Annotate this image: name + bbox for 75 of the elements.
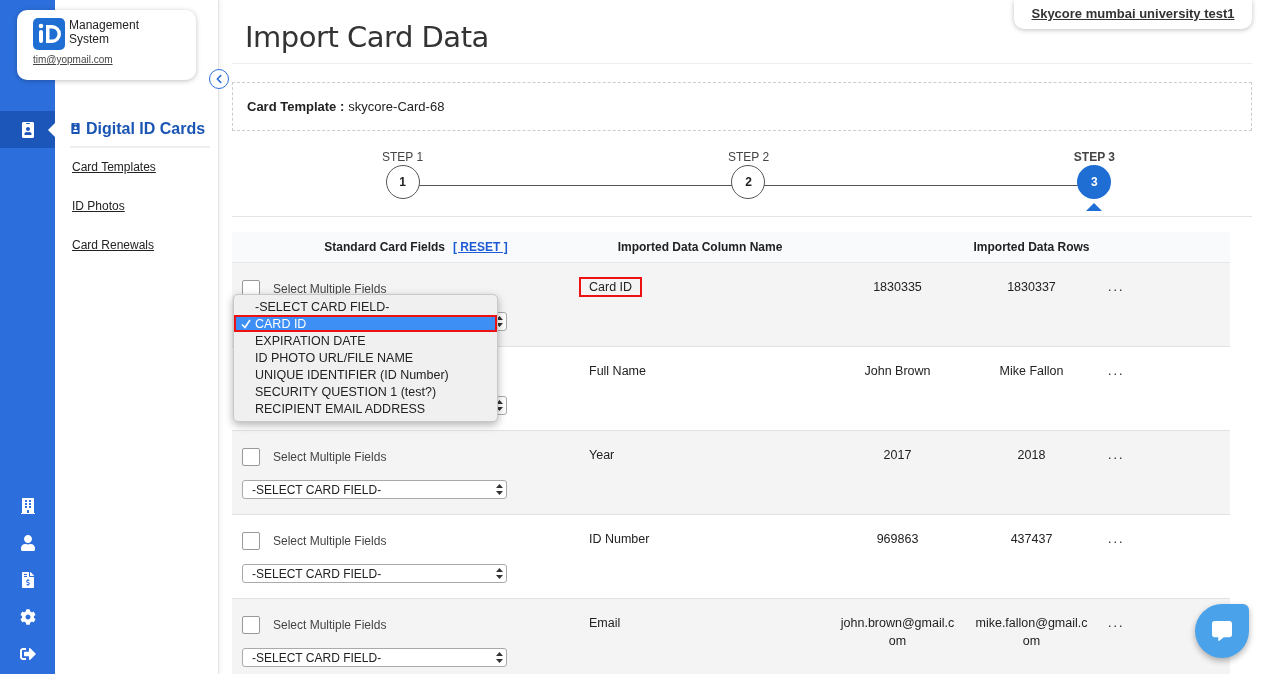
step-circle[interactable]: 3 — [1077, 165, 1112, 199]
sidebar-link[interactable]: ID Photos — [72, 199, 210, 226]
checkbox-label: Select Multiple Fields — [273, 449, 387, 464]
column-header: Imported Data Rows — [972, 240, 1091, 254]
id-badge-icon — [19, 121, 36, 138]
select-arrows-icon — [496, 652, 503, 663]
sidebar-link[interactable]: Card Renewals — [72, 238, 210, 265]
select-arrows-icon — [496, 400, 503, 411]
data-value: 1830335 — [873, 279, 922, 296]
dropdown-option[interactable]: UNIQUE IDENTIFIER (ID Number) — [234, 366, 497, 383]
step-label: STEP 3 — [1073, 150, 1115, 164]
more-link[interactable]: ... — [1098, 532, 1125, 546]
check-icon — [240, 317, 252, 330]
logout-icon — [19, 645, 36, 662]
card-field-select[interactable]: -SELECT CARD FIELD- — [242, 564, 507, 583]
invoice-icon — [19, 571, 36, 588]
checkbox-label: Select Multiple Fields — [273, 533, 387, 548]
data-value: mike.fallon@gmail.com — [974, 615, 1089, 650]
user-icon — [19, 534, 36, 551]
sidebar-link[interactable]: Card Templates — [72, 160, 210, 187]
collapse-button[interactable] — [209, 69, 229, 89]
select-arrows-icon — [496, 484, 503, 495]
dropdown-option[interactable]: ID PHOTO URL/FILE NAME — [234, 349, 497, 366]
dropdown-option[interactable]: SECURITY QUESTION 1 (test?) — [234, 383, 497, 400]
data-value: 2018 — [1017, 447, 1046, 464]
more-link[interactable]: ... — [1098, 280, 1125, 294]
checkbox[interactable] — [242, 447, 260, 466]
checkbox[interactable] — [242, 531, 260, 550]
template-name: skycore-Card-68 — [348, 99, 445, 114]
sidebar-title: Digital ID Cards — [86, 119, 206, 138]
chat-icon — [1212, 621, 1232, 641]
step-circle[interactable]: 1 — [385, 165, 420, 199]
data-value: 2017 — [883, 447, 912, 464]
data-value: 1830337 — [1007, 279, 1056, 296]
more-link[interactable]: ... — [1098, 448, 1125, 462]
column-header: Imported Data Column Name — [616, 240, 784, 254]
column-name: Full Name — [589, 364, 646, 378]
step-circle[interactable]: 2 — [731, 165, 766, 199]
card-field-select[interactable]: -SELECT CARD FIELD- — [242, 648, 507, 667]
settings-icon — [19, 608, 36, 625]
select-arrows-icon — [496, 316, 503, 327]
step-label: STEP 1 — [382, 150, 424, 164]
checkbox[interactable] — [242, 615, 260, 634]
column-name: Email — [589, 616, 621, 630]
dropdown-option[interactable]: EXPIRATION DATE — [234, 332, 497, 349]
select-arrows-icon — [496, 568, 503, 579]
dropdown-option[interactable]: -SELECT CARD FIELD- — [234, 298, 497, 315]
logo-icon — [33, 18, 65, 50]
data-value: Mike Fallon — [999, 363, 1064, 380]
checkbox-label: Select Multiple Fields — [273, 617, 387, 632]
step-label: STEP 2 — [727, 150, 770, 164]
column-header: Standard Card Fields — [324, 240, 445, 254]
more-link[interactable]: ... — [1098, 364, 1125, 378]
user-email[interactable]: tim@yopmail.com — [33, 54, 180, 65]
step-pointer — [1086, 203, 1103, 211]
reset-link[interactable]: [ RESET ] — [453, 240, 508, 254]
checkbox-label: Select Multiple Fields — [273, 281, 387, 296]
brand-name: Management System — [69, 18, 141, 48]
account-link[interactable]: Skycore mumbai university test1 — [1014, 0, 1252, 29]
more-link[interactable]: ... — [1098, 616, 1125, 630]
rail-button[interactable] — [0, 111, 55, 148]
chat-button[interactable] — [1195, 604, 1249, 658]
column-name: ID Number — [589, 532, 650, 546]
data-value: john.brown@gmail.com — [840, 615, 955, 650]
chevron-left-icon — [214, 74, 224, 84]
building-icon — [19, 497, 36, 514]
dropdown-option[interactable]: RECIPIENT EMAIL ADDRESS — [234, 400, 497, 417]
data-value: 969863 — [876, 531, 919, 548]
card-field-select[interactable]: -SELECT CARD FIELD- — [242, 480, 507, 499]
data-value: John Brown — [864, 363, 931, 380]
data-value: 437437 — [1010, 531, 1053, 548]
template-label: Card Template : — [247, 99, 345, 114]
id-badge-icon — [70, 123, 81, 134]
column-name: Year — [589, 448, 615, 462]
column-name: Card ID — [579, 277, 643, 297]
